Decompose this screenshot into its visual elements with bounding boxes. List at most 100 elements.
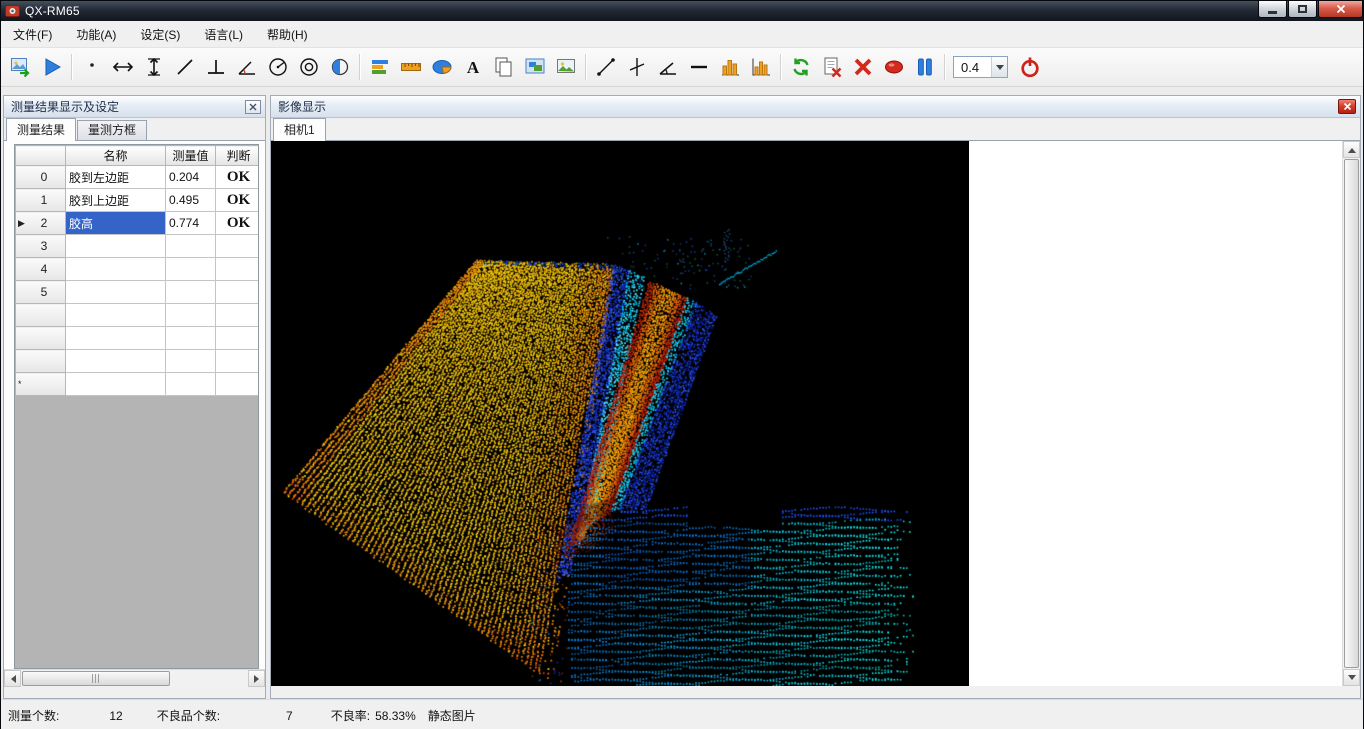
- tab-measure-box[interactable]: 量测方框: [77, 120, 147, 140]
- concentric-circle-button[interactable]: [293, 51, 324, 83]
- maximize-button[interactable]: [1288, 1, 1317, 18]
- open-image-button[interactable]: [5, 51, 36, 83]
- scroll-left-button[interactable]: [4, 670, 21, 687]
- row-header[interactable]: 4: [16, 258, 66, 281]
- histogram-frame-button[interactable]: [745, 51, 776, 83]
- perpendicular-tool-button[interactable]: [200, 51, 231, 83]
- circle-tool-button[interactable]: [262, 51, 293, 83]
- cell-name[interactable]: [66, 304, 166, 327]
- line-tool-button[interactable]: [169, 51, 200, 83]
- scroll-down-button[interactable]: [1343, 669, 1360, 686]
- run-button[interactable]: [36, 51, 67, 83]
- cell-value[interactable]: 0.774: [166, 212, 216, 235]
- scroll-up-button[interactable]: [1343, 141, 1360, 158]
- pie-button[interactable]: [426, 51, 457, 83]
- row-header[interactable]: 1: [16, 189, 66, 212]
- scroll-right-button[interactable]: [248, 670, 265, 687]
- level-bars-button[interactable]: [364, 51, 395, 83]
- horizontal-measure-button[interactable]: [107, 51, 138, 83]
- menu-function[interactable]: 功能(A): [64, 21, 128, 47]
- histogram-button[interactable]: [714, 51, 745, 83]
- menu-language[interactable]: 语言(L): [192, 21, 255, 47]
- cell-judge[interactable]: OK: [216, 212, 260, 235]
- row-header[interactable]: [16, 350, 66, 373]
- snapshot-button[interactable]: [519, 51, 550, 83]
- cell-name[interactable]: 胶到左边距: [66, 166, 166, 189]
- horizontal-scrollbar[interactable]: [4, 669, 265, 687]
- cell-judge[interactable]: [216, 258, 260, 281]
- menu-help[interactable]: 帮助(H): [255, 21, 320, 47]
- cell-name[interactable]: [66, 235, 166, 258]
- vertical-scrollbar-thumb[interactable]: [1344, 159, 1359, 668]
- point-tool-button[interactable]: [76, 51, 107, 83]
- cell-name[interactable]: [66, 281, 166, 304]
- cell-name[interactable]: [66, 258, 166, 281]
- cell-judge[interactable]: [216, 281, 260, 304]
- minimize-button[interactable]: [1258, 1, 1287, 18]
- dash-button[interactable]: [683, 51, 714, 83]
- angle-measure-button[interactable]: [652, 51, 683, 83]
- column-header-value[interactable]: 测量值: [166, 146, 216, 166]
- picture-button[interactable]: [550, 51, 581, 83]
- cell-value[interactable]: [166, 304, 216, 327]
- plumb-line-button[interactable]: [621, 51, 652, 83]
- menu-settings[interactable]: 设定(S): [128, 21, 192, 47]
- measure-line-button[interactable]: [590, 51, 621, 83]
- horizontal-scrollbar-thumb[interactable]: [22, 671, 170, 686]
- cell-judge[interactable]: [216, 373, 260, 396]
- cell-name[interactable]: [66, 350, 166, 373]
- row-header[interactable]: *: [16, 373, 66, 396]
- measurement-panel-close-button[interactable]: [245, 100, 261, 114]
- cell-value[interactable]: [166, 350, 216, 373]
- row-header[interactable]: 0: [16, 166, 66, 189]
- cell-judge[interactable]: [216, 235, 260, 258]
- table-corner-header[interactable]: [16, 146, 66, 166]
- cell-name[interactable]: [66, 327, 166, 350]
- zoom-select[interactable]: 0.4: [953, 56, 1008, 78]
- refresh-button[interactable]: [785, 51, 816, 83]
- cell-value[interactable]: [166, 373, 216, 396]
- record-button[interactable]: [878, 51, 909, 83]
- cell-value[interactable]: [166, 235, 216, 258]
- angle-tool-button[interactable]: [231, 51, 262, 83]
- cell-name[interactable]: 胶高: [66, 212, 166, 235]
- cell-judge[interactable]: OK: [216, 189, 260, 212]
- point-cloud-image[interactable]: [271, 141, 969, 686]
- row-header[interactable]: [16, 327, 66, 350]
- cell-value[interactable]: 0.204: [166, 166, 216, 189]
- clear-results-button[interactable]: [816, 51, 847, 83]
- cell-name[interactable]: [66, 373, 166, 396]
- image-panel-close-button[interactable]: [1338, 99, 1356, 114]
- row-header[interactable]: 3: [16, 235, 66, 258]
- close-button[interactable]: [1318, 1, 1363, 18]
- tab-measure-results[interactable]: 测量结果: [6, 118, 76, 141]
- column-header-judge[interactable]: 判断: [216, 146, 260, 166]
- row-header[interactable]: ▶2: [16, 212, 66, 235]
- dropdown-arrow-icon[interactable]: [991, 57, 1007, 77]
- delete-all-button[interactable]: [847, 51, 878, 83]
- cell-name[interactable]: 胶到上边距: [66, 189, 166, 212]
- cell-value[interactable]: [166, 327, 216, 350]
- cell-value[interactable]: [166, 281, 216, 304]
- cell-judge[interactable]: OK: [216, 166, 260, 189]
- ellipse-tool-button[interactable]: [324, 51, 355, 83]
- pause-button[interactable]: [909, 51, 940, 83]
- cell-value[interactable]: 0.495: [166, 189, 216, 212]
- menu-file[interactable]: 文件(F): [1, 21, 64, 47]
- vertical-scrollbar[interactable]: [1342, 141, 1360, 686]
- cell-judge[interactable]: [216, 304, 260, 327]
- text-tool-button[interactable]: A: [457, 51, 488, 83]
- cell-judge[interactable]: [216, 327, 260, 350]
- tab-camera-1[interactable]: 相机1: [273, 118, 326, 141]
- cell-judge[interactable]: [216, 350, 260, 373]
- row-header[interactable]: [16, 304, 66, 327]
- copy-button[interactable]: [488, 51, 519, 83]
- cell-value[interactable]: [166, 258, 216, 281]
- vertical-measure-button[interactable]: [138, 51, 169, 83]
- power-button[interactable]: [1014, 51, 1045, 83]
- ruler-button[interactable]: [395, 51, 426, 83]
- title-bar[interactable]: QX-RM65: [1, 1, 1363, 21]
- row-header[interactable]: 5: [16, 281, 66, 304]
- table-row: [16, 304, 260, 327]
- column-header-name[interactable]: 名称: [66, 146, 166, 166]
